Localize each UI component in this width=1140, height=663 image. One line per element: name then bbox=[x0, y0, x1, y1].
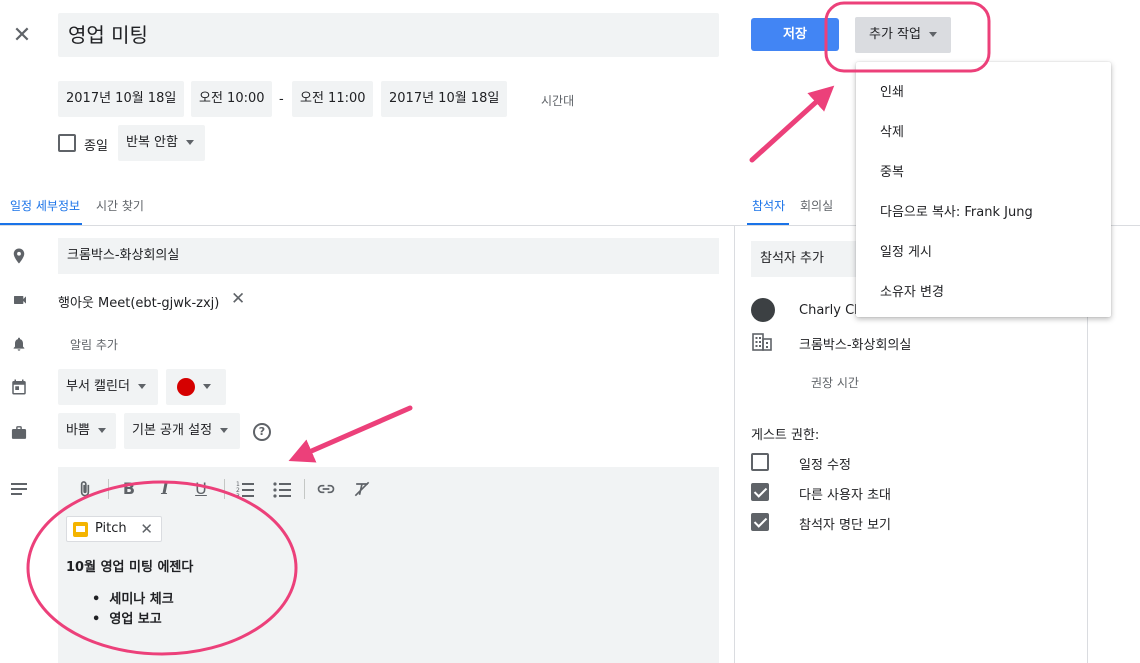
menu-item-print[interactable]: 인쇄 bbox=[880, 81, 904, 100]
more-actions-menu: 인쇄 삭제 중복 다음으로 복사: Frank Jung 일정 게시 소유자 변… bbox=[856, 62, 1111, 317]
end-time-field[interactable]: 오전 11:00 bbox=[292, 81, 373, 117]
menu-item-delete[interactable]: 삭제 bbox=[880, 121, 904, 140]
building-icon bbox=[752, 333, 772, 351]
chevron-down-icon bbox=[220, 428, 229, 433]
chevron-down-icon bbox=[928, 32, 937, 37]
more-actions-label: 추가 작업 bbox=[869, 27, 921, 42]
annotation-arrow bbox=[749, 85, 835, 163]
toolbar-separator bbox=[304, 479, 305, 499]
chevron-down-icon bbox=[137, 384, 146, 389]
toolbar-separator bbox=[108, 479, 109, 499]
numbered-list-icon[interactable]: 123 bbox=[235, 479, 255, 500]
tab-event-details[interactable]: 일정 세부정보 bbox=[10, 197, 80, 214]
menu-item-publish[interactable]: 일정 게시 bbox=[880, 241, 932, 260]
slides-icon bbox=[73, 522, 88, 537]
remove-attachment-icon[interactable]: ✕ bbox=[140, 517, 153, 541]
description-bullets: • 세미나 체크 • 영업 보고 bbox=[92, 590, 174, 630]
chevron-down-icon bbox=[185, 140, 194, 145]
attachment-chip[interactable]: Pitch ✕ bbox=[66, 516, 162, 542]
all-day-label: 종일 bbox=[84, 139, 108, 154]
visibility-value: 기본 공개 설정 bbox=[132, 423, 213, 438]
location-pin-icon bbox=[10, 246, 28, 266]
more-actions-button[interactable]: 추가 작업 bbox=[855, 17, 951, 53]
meet-link[interactable]: 행아웃 Meet(ebt-gjwk-zxj) bbox=[58, 292, 219, 311]
remove-meet-icon[interactable]: ✕ bbox=[231, 289, 245, 309]
clear-formatting-icon[interactable] bbox=[352, 479, 372, 499]
close-icon[interactable]: ✕ bbox=[8, 22, 36, 50]
all-day-checkbox[interactable] bbox=[58, 134, 76, 152]
description-heading: 10월 영업 미팅 에젠다 bbox=[66, 560, 194, 575]
bold-icon[interactable]: B bbox=[119, 479, 139, 499]
calendar-select[interactable]: 부서 캘린더 bbox=[58, 369, 158, 405]
toolbar-separator bbox=[224, 479, 225, 499]
annotation-arrow bbox=[288, 405, 413, 463]
add-guests-input[interactable]: 참석자 추가 bbox=[751, 241, 861, 277]
permission-label: 일정 수정 bbox=[799, 458, 851, 473]
list-item: • 영업 보고 bbox=[92, 612, 162, 627]
color-swatch bbox=[177, 377, 195, 396]
repeat-select[interactable]: 반복 안함 bbox=[118, 125, 205, 161]
guest-permissions-title: 게스트 권한: bbox=[751, 428, 820, 443]
tab-guests[interactable]: 참석자 bbox=[752, 197, 785, 214]
end-date-field[interactable]: 2017년 10월 18일 bbox=[381, 81, 507, 117]
briefcase-icon bbox=[10, 424, 28, 441]
tab-find-time[interactable]: 시간 찾기 bbox=[96, 197, 144, 214]
menu-item-copy-to[interactable]: 다음으로 복사: Frank Jung bbox=[880, 201, 1033, 220]
suggested-times-button[interactable]: 권장 시간 bbox=[811, 374, 859, 391]
permission-see-guest-list-checkbox[interactable] bbox=[751, 513, 769, 531]
add-notification-button[interactable]: 알림 추가 bbox=[70, 336, 118, 353]
video-camera-icon bbox=[10, 292, 30, 308]
availability-value: 바쁨 bbox=[66, 423, 90, 438]
description-icon bbox=[11, 482, 27, 496]
bulleted-list-icon[interactable] bbox=[272, 479, 292, 499]
start-date-field[interactable]: 2017년 10월 18일 bbox=[58, 81, 184, 117]
avatar bbox=[751, 298, 775, 322]
attachment-name: Pitch bbox=[95, 521, 127, 536]
timezone-button[interactable]: 시간대 bbox=[541, 92, 574, 109]
bell-icon bbox=[11, 335, 27, 353]
guest-name: Charly Ch bbox=[799, 303, 856, 318]
event-color-select[interactable] bbox=[166, 369, 226, 405]
list-item: • 세미나 체크 bbox=[92, 592, 174, 607]
save-button[interactable]: 저장 bbox=[751, 18, 839, 51]
event-title-input[interactable]: 영업 미팅 bbox=[58, 13, 719, 57]
chevron-down-icon bbox=[97, 428, 106, 433]
time-range-dash: - bbox=[279, 92, 284, 107]
italic-icon[interactable]: I bbox=[155, 479, 175, 499]
availability-select[interactable]: 바쁨 bbox=[58, 413, 116, 449]
menu-item-duplicate[interactable]: 중복 bbox=[880, 161, 904, 180]
help-icon[interactable]: ? bbox=[253, 423, 271, 441]
visibility-select[interactable]: 기본 공개 설정 bbox=[124, 413, 240, 449]
location-input[interactable]: 크롬박스-화상회의실 bbox=[58, 238, 719, 274]
column-divider bbox=[734, 226, 735, 663]
permission-invite-others-checkbox[interactable] bbox=[751, 483, 769, 501]
tab-rooms[interactable]: 회의실 bbox=[800, 197, 833, 214]
permission-modify-event-checkbox[interactable] bbox=[751, 453, 769, 471]
svg-text:3: 3 bbox=[236, 493, 240, 499]
room-name: 크롬박스-화상회의실 bbox=[799, 338, 912, 353]
menu-item-change-owner[interactable]: 소유자 변경 bbox=[880, 281, 944, 300]
attachment-icon[interactable] bbox=[75, 479, 95, 499]
calendar-icon bbox=[10, 378, 28, 396]
repeat-value: 반복 안함 bbox=[126, 135, 178, 150]
underline-icon[interactable]: U bbox=[191, 479, 211, 499]
start-time-field[interactable]: 오전 10:00 bbox=[191, 81, 272, 117]
calendar-value: 부서 캘린더 bbox=[66, 379, 130, 394]
chevron-down-icon bbox=[203, 384, 211, 389]
permission-label: 참석자 명단 보기 bbox=[799, 518, 891, 533]
link-icon[interactable] bbox=[316, 479, 336, 499]
permission-label: 다른 사용자 초대 bbox=[799, 488, 891, 503]
